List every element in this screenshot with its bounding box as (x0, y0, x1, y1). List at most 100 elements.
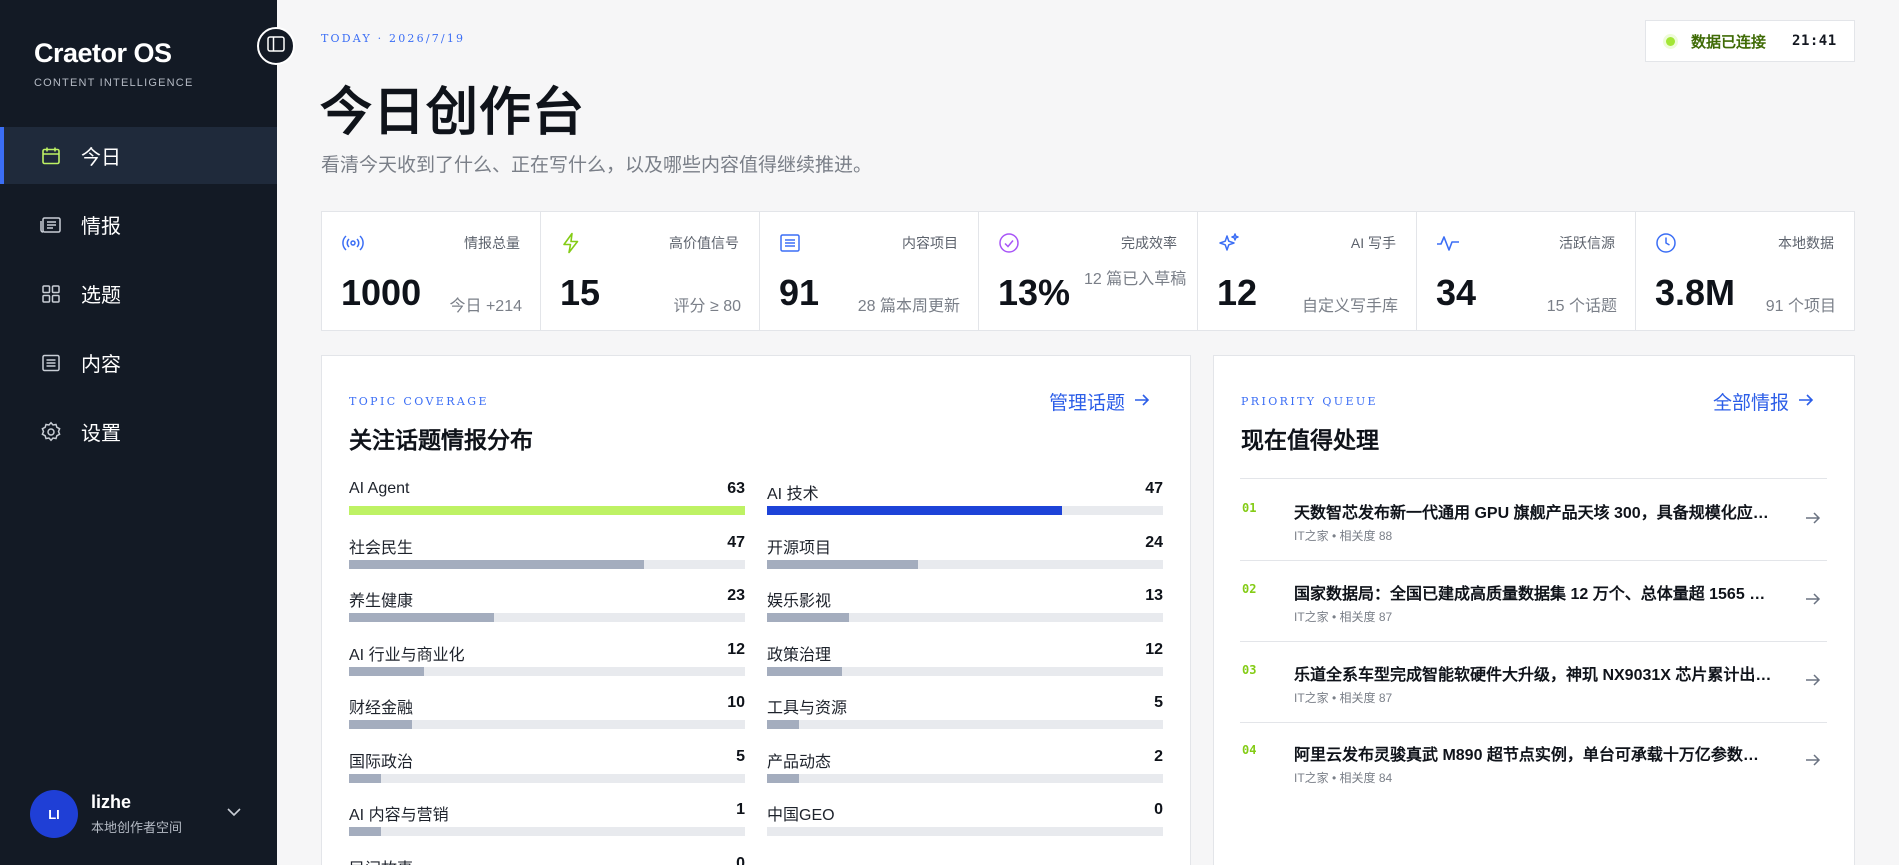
topic-row[interactable]: AI 技术 47 (767, 480, 1163, 525)
topic-row[interactable]: 养生健康 23 (349, 587, 745, 632)
bolt-icon (560, 232, 582, 254)
connection-status: 数据已连接 21:41 (1645, 20, 1855, 62)
queue-rank: 03 (1242, 663, 1257, 677)
stat-note: 91 个项目 (1765, 298, 1836, 315)
topic-bar-track (349, 827, 745, 836)
stat-label: 内容项目 (902, 235, 958, 251)
check-circle-icon (998, 232, 1020, 254)
topic-row[interactable]: 国际政治 5 (349, 748, 745, 793)
sidebar-item-topics[interactable]: 选题 (0, 265, 277, 322)
queue-item[interactable]: 04 阿里云发布灵骏真武 M890 超节点实例，单台可承载十万亿参数级 MoE…… (1240, 721, 1827, 802)
topic-row[interactable]: 娱乐影视 13 (767, 587, 1163, 632)
topic-row[interactable]: 民间故事 0 (349, 855, 745, 865)
sidebar-item-intel[interactable]: 情报 (0, 196, 277, 253)
stat-label: 高价值信号 (669, 235, 739, 251)
queue-item[interactable]: 02 国家数据局：全国已建成高质量数据集 12 万个、总体量超 1565 PB，… (1240, 560, 1827, 641)
topic-count: 2 (1154, 748, 1163, 765)
user-workspace: 本地创作者空间 (91, 820, 183, 835)
queue-title: 阿里云发布灵骏真武 M890 超节点实例，单台可承载十万亿参数级 MoE… (1294, 747, 1772, 764)
stat-label: 情报总量 (464, 235, 520, 251)
arrow-right-icon[interactable] (1805, 753, 1821, 772)
topic-name: 工具与资源 (767, 700, 848, 717)
topic-count: 47 (1145, 480, 1163, 497)
topic-bar-track (767, 774, 1163, 783)
topic-row[interactable]: AI 行业与商业化 12 (349, 641, 745, 686)
topic-bar-fill (767, 720, 799, 729)
sidebar-item-label: 内容 (81, 354, 121, 376)
sidebar-item-label: 今日 (81, 147, 121, 169)
topic-bar-fill (767, 667, 842, 676)
topic-row[interactable]: 财经金融 10 (349, 694, 745, 739)
queue-item[interactable]: 01 天数智芯发布新一代通用 GPU 旗舰产品天垓 300，具备规模化应用条件 … (1240, 479, 1827, 560)
stat-value: 3.8M (1655, 272, 1736, 313)
topic-row[interactable]: 中国GEO 0 (767, 801, 1163, 846)
topic-count: 5 (736, 748, 745, 765)
clock-time: 21:41 (1792, 33, 1837, 49)
stat-value: 34 (1436, 272, 1477, 313)
topic-bar-track (349, 720, 745, 729)
topic-bar-fill (767, 506, 1062, 515)
user-menu[interactable]: LI lizhe 本地创作者空间 (30, 790, 250, 838)
queue-item[interactable]: 03 乐道全系车型完成智能软硬件大升级，神玑 NX9031X 芯片累计出货超 …… (1240, 641, 1827, 722)
sidebar-item-content[interactable]: 内容 (0, 334, 277, 391)
topic-count: 23 (727, 587, 745, 604)
topic-name: 娱乐影视 (767, 593, 832, 610)
arrow-right-icon[interactable] (1805, 673, 1821, 692)
sidebar-item-today[interactable]: 今日 (0, 127, 277, 184)
topic-name: 国际政治 (349, 754, 414, 771)
stat-note: 15 个话题 (1546, 298, 1617, 315)
topic-row[interactable]: AI Agent 63 (349, 480, 745, 525)
sidebar-item-label: 选题 (81, 285, 121, 307)
topic-name: 民间故事 (349, 855, 413, 865)
stat-label: AI 写手 (1350, 235, 1396, 251)
stat-card[interactable]: 内容项目 91 28 篇本周更新 (760, 212, 979, 330)
arrow-right-icon[interactable] (1805, 592, 1821, 611)
link-label: 全部情报 (1713, 393, 1790, 414)
gear-icon (40, 421, 62, 443)
stat-card[interactable]: 本地数据 3.8M 91 个项目 (1636, 212, 1854, 330)
calendar-icon (40, 145, 62, 167)
page-title: 今日创作台 (320, 84, 586, 142)
queue-title: 乐道全系车型完成智能软硬件大升级，神玑 NX9031X 芯片累计出货超 … (1294, 667, 1772, 684)
topic-name: AI 技术 (767, 486, 819, 503)
topic-bar-track (349, 774, 745, 783)
arrow-right-icon[interactable] (1805, 511, 1821, 530)
topic-row[interactable]: 产品动态 2 (767, 748, 1163, 793)
topic-name: 社会民生 (349, 540, 414, 557)
sidebar-item-settings[interactable]: 设置 (0, 403, 277, 460)
topic-row[interactable]: AI 内容与营销 1 (349, 801, 745, 846)
topic-row[interactable]: 社会民生 47 (349, 534, 745, 579)
topic-bar-track (767, 506, 1163, 515)
topic-row[interactable]: 政策治理 12 (767, 641, 1163, 686)
topic-bar-track (349, 667, 745, 676)
chevron-down-icon[interactable] (226, 804, 242, 822)
topic-bar-track (349, 613, 745, 622)
manage-topics-link[interactable]: 管理话题 (1049, 388, 1150, 415)
stat-card[interactable]: 高价值信号 15 评分 ≥ 80 (541, 212, 760, 330)
stat-card[interactable]: 完成效率 13% 12 篇已入草稿 (979, 212, 1198, 330)
today-label: TODAY · 2026/7/19 (321, 32, 466, 45)
topic-bar-fill (767, 613, 849, 622)
document-icon (40, 352, 62, 374)
topic-bar-fill (767, 774, 799, 783)
topic-bar-fill (349, 560, 644, 569)
topic-bar-fill (349, 613, 494, 622)
user-name: lizhe (91, 792, 132, 812)
stat-note: 今日 +214 (449, 298, 523, 315)
queue-rank: 02 (1242, 582, 1257, 596)
sidebar-nav: 今日 情报 选题 内容 设置 (0, 127, 277, 472)
brand-name: Craetor OS (34, 38, 172, 68)
topic-bar-fill (349, 667, 424, 676)
topic-row[interactable]: 工具与资源 5 (767, 694, 1163, 739)
all-intel-link[interactable]: 全部情报 (1713, 388, 1814, 415)
stat-card[interactable]: 活跃信源 34 15 个话题 (1417, 212, 1636, 330)
collapse-sidebar-button[interactable] (257, 27, 295, 65)
stat-value: 1000 (341, 272, 422, 313)
stat-note: 12 篇已入草稿 (1084, 271, 1187, 288)
link-label: 管理话题 (1049, 393, 1126, 414)
status-text: 数据已连接 (1691, 33, 1767, 51)
stat-card[interactable]: 情报总量 1000 今日 +214 (322, 212, 541, 330)
stat-card[interactable]: AI 写手 12 自定义写手库 (1198, 212, 1417, 330)
topic-count: 24 (1145, 534, 1163, 551)
topic-row[interactable]: 开源项目 24 (767, 534, 1163, 579)
